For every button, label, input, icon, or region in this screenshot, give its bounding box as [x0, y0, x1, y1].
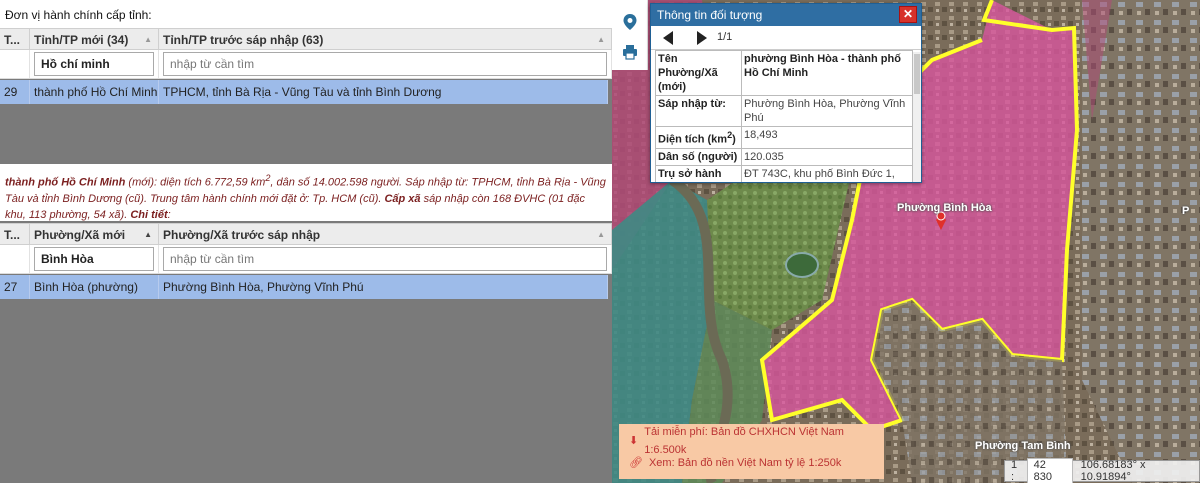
summary-text: (mới): diện tích 6.772,59 km — [125, 176, 266, 189]
column-header-new-province[interactable]: Tỉnh/TP mới (34) ▲ — [30, 29, 159, 49]
row-new-name: thành phố Hồ Chí Minh — [30, 80, 159, 104]
table-row: Tên Phường/Xã (mới) phường Bình Hòa - th… — [655, 50, 913, 96]
map-label-tam-binh: Phường Tam Bình — [975, 440, 1071, 452]
map-label-binh-hoa: Phường Bình Hòa — [897, 202, 992, 214]
province-summary: thành phố Hồ Chí Minh (mới): diện tích 6… — [0, 164, 612, 221]
sort-icon[interactable]: ▲ — [144, 35, 152, 44]
column-header-old-ward[interactable]: Phường/Xã trước sáp nhập ▲ — [159, 224, 612, 244]
map-label-edge: P — [1182, 205, 1190, 217]
summary-colon: : — [167, 208, 171, 221]
column-header-new-ward[interactable]: Phường/Xã mới ▲ — [30, 224, 159, 244]
sort-icon[interactable]: ▲ — [597, 35, 605, 44]
attr-value: ĐT 743C, khu phố Bình Đức 1, phường Bình… — [741, 164, 913, 182]
attr-key: Trụ sở hành chính (mới) — [655, 164, 742, 182]
view-base-map-link[interactable]: 🔗︎ Xem: Bản đồ nền Việt Nam tỷ lệ 1:250k — [629, 452, 874, 474]
attr-key: Dân số (người) — [655, 147, 742, 166]
attr-key: Sáp nhập từ: — [655, 95, 742, 127]
attr-value: phường Bình Hòa - thành phố Hồ Chí Minh — [741, 50, 913, 96]
map-toolbar — [612, 0, 648, 70]
attr-value: 120.035 — [741, 147, 913, 166]
attribute-table: Tên Phường/Xã (mới) phường Bình Hòa - th… — [655, 50, 913, 182]
column-header-old-province[interactable]: Tỉnh/TP trước sáp nhập (63) ▲ — [159, 29, 612, 49]
popup-title: Thông tin đối tượng — [657, 8, 763, 22]
summary-cap-xa: Cấp xã — [384, 192, 421, 205]
coordinates-readout: 106.68183° x 10.91894° — [1080, 459, 1146, 483]
close-button[interactable]: ✕ — [899, 6, 917, 23]
feature-info-popup: Thông tin đối tượng ✕ 1/1 Tên Phường/Xã … — [650, 3, 922, 183]
row-new-name: Bình Hòa (phường) — [30, 275, 159, 299]
sort-icon[interactable]: ▲ — [597, 230, 605, 239]
scale-input[interactable]: 42 830 — [1026, 458, 1073, 483]
table-row: Diện tích (km2) 18,493 — [655, 126, 913, 149]
next-arrow-icon[interactable] — [697, 31, 707, 45]
filter-cell — [159, 50, 612, 78]
ward-old-filter-input[interactable] — [163, 247, 607, 271]
view-link-text: Xem: Bản đồ nền Việt Nam tỷ lệ 1:250k — [648, 457, 842, 469]
popup-header: Thông tin đối tượng ✕ — [651, 4, 921, 26]
filter-cell-empty — [0, 245, 30, 273]
row-stt: 27 — [0, 275, 30, 299]
link-icon: 🔗︎ — [629, 457, 643, 469]
sort-icon[interactable]: ▲ — [144, 230, 152, 239]
column-header-stt[interactable]: T... — [0, 224, 30, 244]
province-new-filter-input[interactable] — [34, 52, 154, 76]
attr-key: Diện tích (km2) — [655, 126, 742, 149]
scroll-thumb[interactable] — [914, 54, 920, 94]
popup-pager: 1/1 — [651, 26, 921, 50]
column-header-label: Phường/Xã mới — [34, 228, 126, 242]
attr-value: Phường Bình Hòa, Phường Vĩnh Phú — [741, 95, 913, 127]
ward-filter-row — [0, 245, 612, 274]
download-box: ⬇ Tải miễn phí: Bản đồ CHXHCN Việt Nam 1… — [619, 424, 884, 479]
ward-new-filter-input[interactable] — [34, 247, 154, 271]
province-grid-header: T... Tỉnh/TP mới (34) ▲ Tỉnh/TP trước sáp… — [0, 28, 612, 50]
attr-key-text: Diện tích (km — [658, 133, 728, 146]
attr-value: 18,493 — [741, 126, 913, 149]
filter-cell — [30, 50, 159, 78]
row-merged-from: Phường Bình Hòa, Phường Vĩnh Phú — [159, 275, 608, 299]
column-header-stt[interactable]: T... — [0, 29, 30, 49]
scale-prefix: 1 : — [1011, 459, 1018, 483]
table-row: Trụ sở hành chính (mới) ĐT 743C, khu phố… — [655, 164, 913, 182]
table-row: Dân số (người) 120.035 — [655, 147, 913, 166]
row-stt: 29 — [0, 80, 30, 104]
table-row[interactable]: 29 thành phố Hồ Chí Minh TPHCM, tỉnh Bà … — [0, 80, 608, 104]
download-icon: ⬇ — [629, 435, 639, 447]
popup-body: Tên Phường/Xã (mới) phường Bình Hòa - th… — [651, 50, 921, 182]
province-old-filter-input[interactable] — [163, 52, 607, 76]
ward-grid-header: T... Phường/Xã mới ▲ Phường/Xã trước sáp … — [0, 223, 612, 245]
filter-cell — [159, 245, 612, 273]
filter-cell-empty — [0, 50, 30, 78]
details-link[interactable]: Chi tiết — [130, 209, 167, 221]
row-merged-from: TPHCM, tỉnh Bà Rịa - Vũng Tàu và tỉnh Bì… — [159, 80, 608, 104]
attr-key: Tên Phường/Xã (mới) — [655, 50, 742, 96]
attr-key-tail: ) — [732, 133, 736, 146]
previous-arrow-icon[interactable] — [663, 31, 673, 45]
table-row: Sáp nhập từ: Phường Bình Hòa, Phường Vĩn… — [655, 95, 913, 127]
column-header-label: Phường/Xã trước sáp nhập — [163, 228, 321, 242]
location-pin-icon[interactable] — [622, 14, 638, 30]
province-filter-row — [0, 50, 612, 79]
column-header-label: Tỉnh/TP trước sáp nhập (63) — [163, 33, 324, 47]
column-header-label: Tỉnh/TP mới (34) — [34, 33, 129, 47]
printer-icon[interactable] — [622, 44, 638, 60]
pager-count: 1/1 — [717, 31, 733, 43]
download-link[interactable]: ⬇ Tải miễn phí: Bản đồ CHXHCN Việt Nam 1… — [629, 426, 874, 456]
filter-cell — [30, 245, 159, 273]
admin-panel: Đơn vị hành chính cấp tỉnh: T... Tỉnh/TP… — [0, 0, 612, 483]
summary-province-name: thành phố Hồ Chí Minh — [5, 176, 126, 189]
province-section-title: Đơn vị hành chính cấp tỉnh: — [0, 0, 612, 28]
popup-scrollbar[interactable] — [913, 52, 921, 182]
table-row[interactable]: 27 Bình Hòa (phường) Phường Bình Hòa, Ph… — [0, 275, 608, 299]
scale-coordinates-bar: 1 : 42 830 106.68183° x 10.91894° — [1004, 458, 1200, 483]
